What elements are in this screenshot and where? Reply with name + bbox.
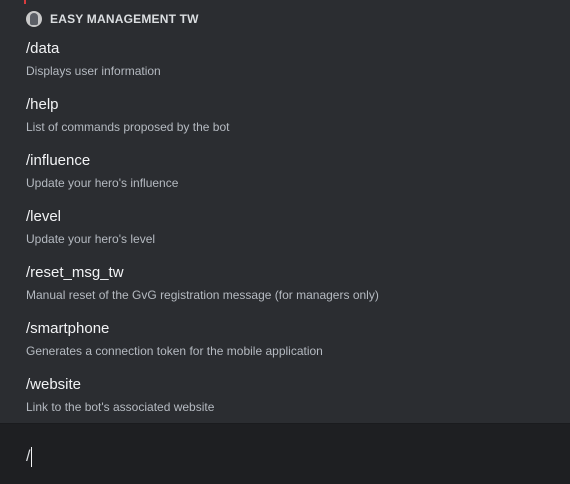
command-list: /data Displays user information /help Li…	[0, 34, 570, 426]
command-name: /influence	[26, 152, 91, 169]
bot-name: EASY MANAGEMENT TW	[50, 12, 199, 26]
command-description: Manual reset of the GvG registration mes…	[26, 288, 379, 302]
message-input[interactable]: /	[26, 447, 30, 467]
unread-marker	[24, 0, 26, 4]
command-name: /website	[26, 376, 82, 393]
command-item-website[interactable]: /website Link to the bot's associated we…	[0, 370, 570, 426]
bot-avatar-figure	[30, 13, 38, 25]
autocomplete-header: EASY MANAGEMENT TW	[26, 10, 199, 28]
command-description: List of commands proposed by the bot	[26, 120, 230, 134]
command-name: /level	[26, 208, 62, 225]
command-item-help[interactable]: /help List of commands proposed by the b…	[0, 90, 570, 146]
slash-command-autocomplete: EASY MANAGEMENT TW /data Displays user i…	[0, 0, 570, 424]
command-item-reset-msg-tw[interactable]: /reset_msg_tw Manual reset of the GvG re…	[0, 258, 570, 314]
command-description: Update your hero's influence	[26, 176, 179, 190]
command-item-influence[interactable]: /influence Update your hero's influence	[0, 146, 570, 202]
bot-avatar	[26, 11, 42, 27]
command-name: /reset_msg_tw	[26, 264, 124, 281]
command-item-smartphone[interactable]: /smartphone Generates a connection token…	[0, 314, 570, 370]
command-name: /data	[26, 40, 60, 57]
text-caret	[31, 447, 32, 467]
command-description: Generates a connection token for the mob…	[26, 344, 323, 358]
command-name: /smartphone	[26, 320, 110, 337]
command-item-data[interactable]: /data Displays user information	[0, 34, 570, 90]
command-description: Displays user information	[26, 64, 161, 78]
command-description: Link to the bot's associated website	[26, 400, 215, 414]
message-composer[interactable]: /	[0, 430, 570, 484]
command-name: /help	[26, 96, 59, 113]
command-item-level[interactable]: /level Update your hero's level	[0, 202, 570, 258]
discord-window: EASY MANAGEMENT TW /data Displays user i…	[0, 0, 570, 484]
command-description: Update your hero's level	[26, 232, 156, 246]
